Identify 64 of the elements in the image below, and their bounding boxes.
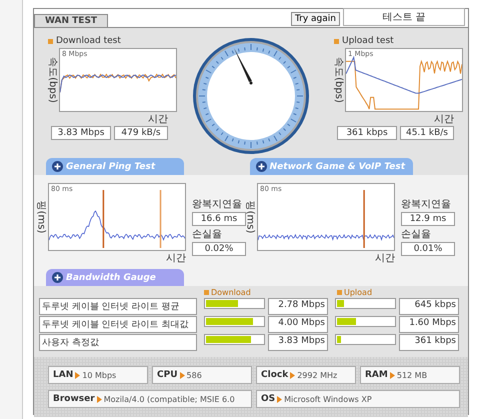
speed-value: 1.60 Mbps	[399, 316, 459, 333]
plus-icon	[256, 161, 267, 172]
axis-label: 핑(ms)	[244, 200, 256, 234]
axis-label: 시간	[148, 114, 168, 125]
speed-reading: 361 kbps	[337, 126, 397, 140]
speed-reading: 45.1 kB/s	[400, 126, 454, 140]
info-label: LAN	[53, 370, 74, 380]
row-label: 사용자 측정값	[39, 334, 197, 351]
info-value: Microsoft Windows XP	[284, 394, 372, 404]
info-label: OS	[261, 394, 276, 404]
speed-reading: 3.83 Mbps	[51, 126, 111, 140]
speed-value: 645 kbps	[399, 298, 459, 315]
loss-label: 손실율	[192, 228, 223, 241]
latency-label: 왕복지연율	[401, 198, 452, 211]
latency-value: 16.6 ms	[192, 212, 246, 226]
test-title: Upload test	[342, 36, 394, 46]
section-tab[interactable]: Bandwidth Gauge	[46, 269, 184, 286]
arrow-icon	[96, 396, 102, 402]
plus-icon	[52, 161, 63, 172]
speed-value: 3.83 Mbps	[268, 334, 328, 351]
column-header: Download	[211, 288, 251, 297]
row-label: 두루넷 케이블 인터넷 라이트 최대값	[39, 316, 197, 333]
loss-label: 손실율	[401, 228, 432, 241]
plus-icon	[52, 272, 63, 283]
wan-test-tab[interactable]: WAN TEST	[34, 14, 108, 27]
speed-value: 4.00 Mbps	[268, 316, 328, 333]
section-tab[interactable]: Network Game & VoIP Test	[250, 158, 413, 175]
speed-value: 2.78 Mbps	[268, 298, 328, 315]
test-title: Download test	[56, 36, 121, 46]
info-label: CPU	[157, 370, 178, 380]
info-label: Browser	[53, 394, 95, 404]
speed-reading: 479 kB/s	[114, 126, 168, 140]
axis-label: 시간	[434, 114, 454, 125]
section-tab[interactable]: General Ping Test	[46, 158, 184, 175]
axis-label: 속도(bps)	[46, 57, 59, 103]
info-value: 586	[186, 370, 202, 380]
status-field: 테스트 끝	[343, 8, 465, 26]
info-label: Clock	[261, 370, 288, 380]
latency-label: 왕복지연율	[192, 198, 243, 211]
info-value: 10 Mbps	[82, 370, 116, 380]
axis-label: 시간	[166, 253, 186, 264]
arrow-icon	[75, 372, 80, 378]
info-value: Mozila/4.0 (compatible; MSIE 6.0	[104, 394, 235, 404]
arrow-icon	[180, 372, 185, 378]
arrow-icon	[290, 372, 296, 378]
info-value: 2992 MHz	[297, 370, 338, 380]
bullet-icon	[334, 38, 339, 44]
bullet-icon	[337, 290, 342, 295]
column-header: Upload	[344, 288, 372, 297]
arrow-icon	[390, 372, 395, 378]
bullet-icon	[204, 290, 209, 295]
loss-value: 0.02%	[192, 242, 246, 256]
info-label: RAM	[365, 370, 388, 380]
axis-label: 핑(ms)	[34, 200, 48, 234]
bullet-icon	[48, 38, 53, 44]
axis-label: 시간	[375, 253, 395, 264]
latency-value: 12.9 ms	[401, 212, 455, 226]
loss-value: 0.01%	[401, 242, 455, 256]
axis-label: 속도(bps)	[332, 57, 345, 103]
try-again-button[interactable]: Try again	[290, 12, 340, 26]
arrow-icon	[277, 396, 282, 402]
row-label: 두루넷 케이블 인터넷 라이트 평균	[39, 298, 197, 315]
info-value: 512 MB	[396, 370, 428, 380]
speed-value: 361 kbps	[399, 334, 459, 351]
